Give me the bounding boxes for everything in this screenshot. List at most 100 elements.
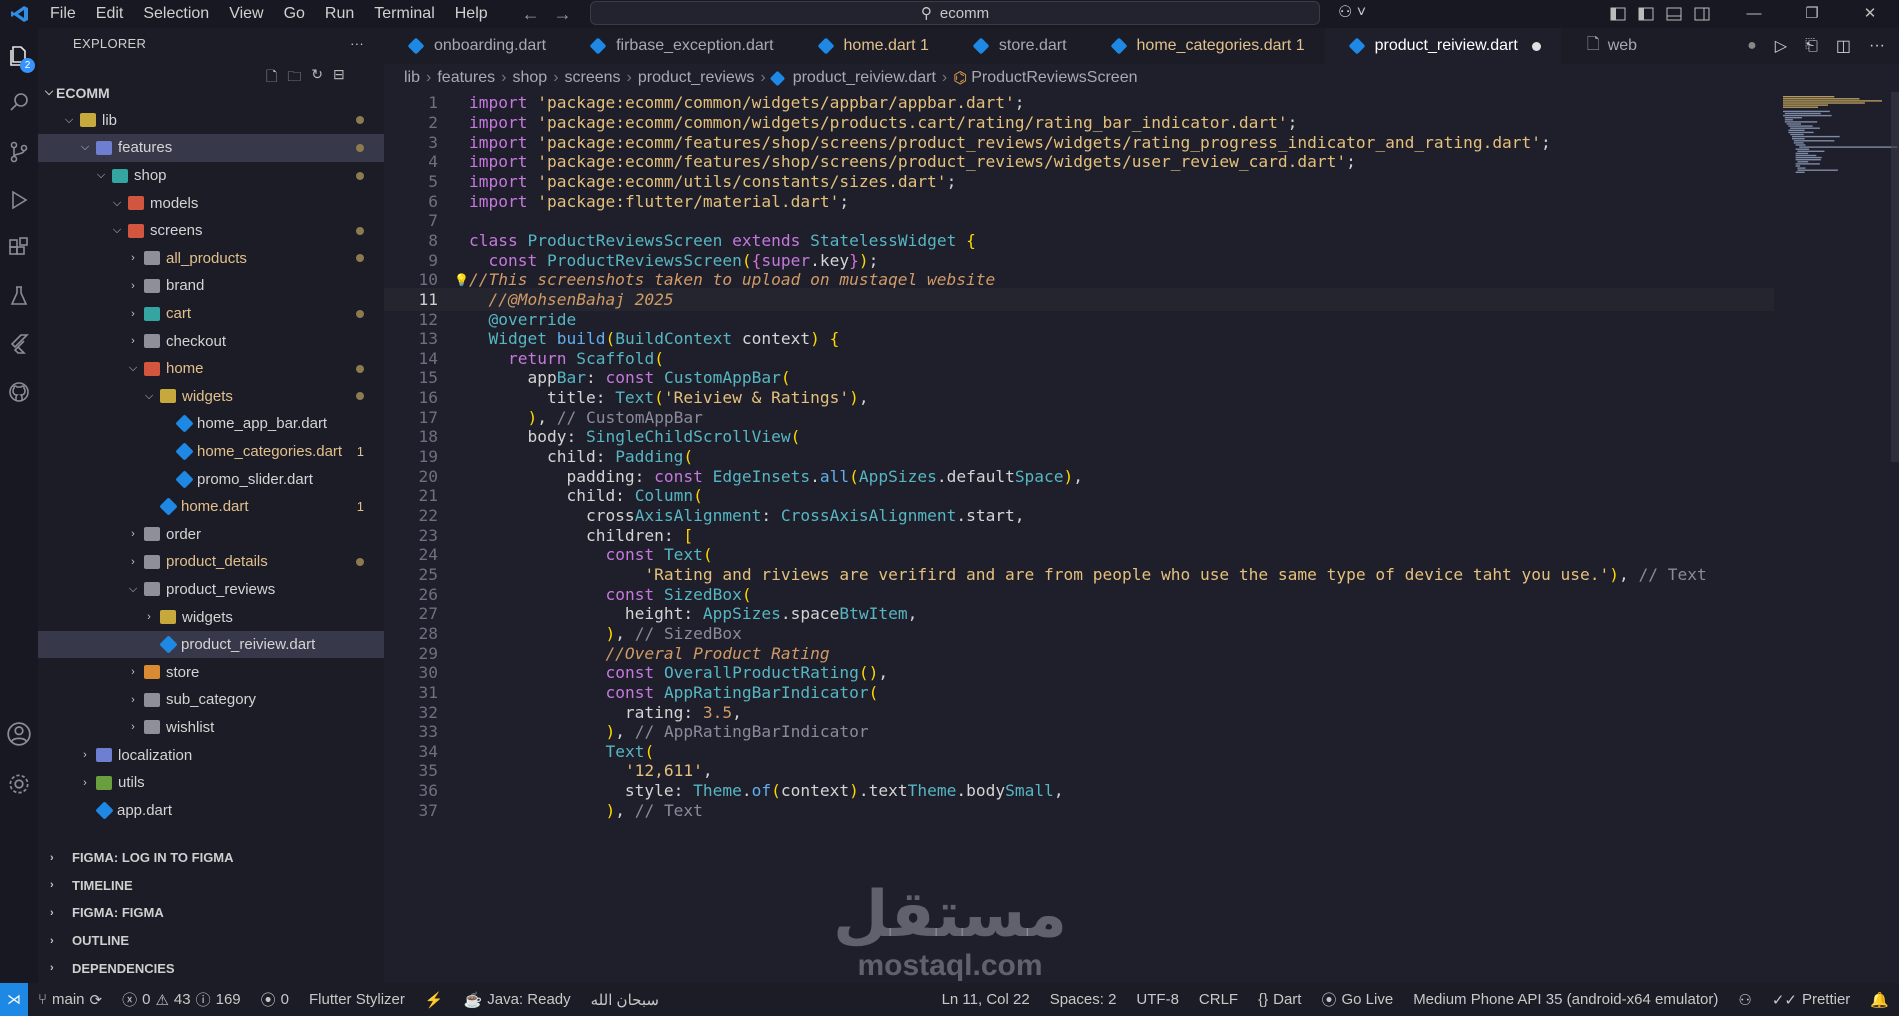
- folder-item[interactable]: › checkout: [38, 327, 384, 355]
- folder-item[interactable]: ⌵ home: [38, 355, 384, 383]
- folder-item[interactable]: ⌵ widgets: [38, 383, 384, 411]
- split-editor-icon[interactable]: ◫: [1836, 36, 1851, 56]
- indentation[interactable]: Spaces: 2: [1040, 989, 1127, 1010]
- code-line[interactable]: 37 ), // Text: [384, 798, 1774, 822]
- more-icon[interactable]: ···: [1869, 37, 1885, 55]
- accounts-icon[interactable]: [0, 714, 38, 754]
- folder-item[interactable]: › wishlist: [38, 714, 384, 742]
- toggle-secondary-sidebar-icon[interactable]: [1694, 6, 1710, 22]
- folder-item[interactable]: ⌵ screens: [38, 217, 384, 245]
- toggle-panel-icon[interactable]: [1666, 6, 1682, 22]
- folder-item[interactable]: › sub_category: [38, 686, 384, 714]
- file-item[interactable]: app.dart: [38, 796, 384, 824]
- breadcrumb-item[interactable]: screens: [565, 69, 621, 87]
- folder-item[interactable]: › utils: [38, 769, 384, 797]
- go-live[interactable]: ⦿ Go Live: [1311, 989, 1403, 1010]
- more-actions-icon[interactable]: ···: [350, 36, 364, 51]
- lightbulb-icon[interactable]: 💡: [454, 273, 469, 287]
- folder-item[interactable]: › store: [38, 658, 384, 686]
- folder-item[interactable]: ⌵ ECOMM: [38, 79, 384, 107]
- file-item[interactable]: product_reiview.dart: [38, 630, 384, 659]
- tab-home_categories[interactable]: home_categories.dart 1: [1087, 28, 1325, 64]
- folder-item[interactable]: › brand: [38, 272, 384, 300]
- source-control-icon[interactable]: [0, 132, 38, 172]
- branch-item[interactable]: ⑂ main ⟳: [28, 991, 112, 1009]
- menu-go[interactable]: Go: [274, 0, 315, 28]
- menu-selection[interactable]: Selection: [133, 0, 219, 28]
- prettier-item[interactable]: ✓✓ Prettier: [1762, 989, 1861, 1010]
- device-icon[interactable]: ⎗: [1805, 37, 1818, 55]
- minimap[interactable]: [1779, 92, 1899, 242]
- file-item[interactable]: home.dart 1: [38, 493, 384, 521]
- folder-item[interactable]: ⌵ lib: [38, 107, 384, 135]
- forward-arrow-icon[interactable]: →: [554, 4, 572, 25]
- restore-icon[interactable]: ❐: [1783, 0, 1841, 28]
- flutter-icon[interactable]: [0, 324, 38, 364]
- cursor-position[interactable]: Ln 11, Col 22: [932, 989, 1040, 1010]
- tab-firbase_exception[interactable]: firbase_exception.dart: [566, 28, 793, 64]
- flutter-stylizer-item[interactable]: Flutter Stylizer: [299, 991, 415, 1008]
- breadcrumb-item[interactable]: ProductReviewsScreen: [971, 69, 1137, 87]
- java-status-item[interactable]: ☕ Java: Ready: [454, 991, 581, 1009]
- menu-terminal[interactable]: Terminal: [364, 0, 444, 28]
- lightning-icon[interactable]: ⚡: [415, 991, 454, 1009]
- breadcrumb-item[interactable]: lib: [404, 69, 420, 87]
- folder-item[interactable]: › order: [38, 521, 384, 549]
- customize-layout-icon[interactable]: [1610, 6, 1626, 22]
- sidebar-section[interactable]: › DEPENDENCIES: [38, 954, 384, 982]
- search-icon[interactable]: [0, 82, 38, 122]
- sidebar-section[interactable]: › FIGMA: FIGMA: [38, 899, 384, 927]
- copilot-icon[interactable]: ⚇ ˅: [1338, 2, 1366, 22]
- folder-item[interactable]: › product_details: [38, 548, 384, 576]
- tab-home[interactable]: home.dart 1: [794, 28, 949, 64]
- menu-run[interactable]: Run: [315, 0, 364, 28]
- menu-edit[interactable]: Edit: [86, 0, 134, 28]
- extensions-icon[interactable]: [0, 228, 38, 268]
- sidebar-section[interactable]: › OUTLINE: [38, 927, 384, 955]
- tab-onboarding[interactable]: onboarding.dart: [384, 28, 566, 64]
- notifications-icon[interactable]: 🔔: [1860, 989, 1899, 1010]
- breadcrumb-item[interactable]: product_reiview.dart: [793, 69, 936, 87]
- testing-icon[interactable]: [0, 276, 38, 316]
- ports-item[interactable]: ⦿ 0: [251, 989, 299, 1010]
- back-arrow-icon[interactable]: ←: [522, 4, 540, 25]
- run-icon[interactable]: ▷: [1775, 36, 1787, 56]
- copilot-status-icon[interactable]: ⚇: [1728, 989, 1761, 1010]
- menu-help[interactable]: Help: [445, 0, 498, 28]
- language-mode[interactable]: {} Dart: [1248, 989, 1311, 1010]
- folder-item[interactable]: › localization: [38, 741, 384, 769]
- command-center-search[interactable]: ⚲ ecomm: [590, 1, 1320, 25]
- breadcrumb-item[interactable]: product_reviews: [638, 69, 755, 87]
- sidebar-section[interactable]: › FIGMA: LOG IN TO FIGMA: [38, 844, 384, 872]
- tab-web[interactable]: 🗋 web: [1561, 28, 1657, 64]
- folder-item[interactable]: › all_products: [38, 245, 384, 273]
- file-item[interactable]: promo_slider.dart: [38, 465, 384, 493]
- end-of-line[interactable]: CRLF: [1189, 989, 1248, 1010]
- tab-store[interactable]: store.dart: [949, 28, 1087, 64]
- tab-product_reiview[interactable]: product_reiview.dart: [1324, 28, 1561, 64]
- toggle-sidebar-icon[interactable]: [1638, 6, 1654, 22]
- breadcrumb-item[interactable]: features: [437, 69, 495, 87]
- settings-gear-icon[interactable]: [0, 764, 38, 804]
- breadcrumb-item[interactable]: shop: [512, 69, 547, 87]
- sidebar-section[interactable]: › TIMELINE: [38, 872, 384, 900]
- encoding[interactable]: UTF-8: [1126, 989, 1189, 1010]
- file-item[interactable]: home_app_bar.dart: [38, 410, 384, 438]
- menu-file[interactable]: File: [40, 0, 86, 28]
- file-item[interactable]: home_categories.dart 1: [38, 438, 384, 466]
- menu-view[interactable]: View: [219, 0, 273, 28]
- problems-item[interactable]: ⓧ 0 ⚠ 43 ⓘ 169: [112, 989, 251, 1010]
- run-debug-icon[interactable]: [0, 180, 38, 220]
- remote-icon[interactable]: ⋊: [0, 983, 28, 1016]
- code-editor[interactable]: 1 import 'package:ecomm/common/widgets/ap…: [384, 92, 1899, 983]
- close-icon[interactable]: ✕: [1841, 0, 1899, 28]
- folder-item[interactable]: ⌵ shop: [38, 162, 384, 190]
- folder-item[interactable]: ⌵ models: [38, 189, 384, 217]
- folder-item[interactable]: ⌵ features: [38, 134, 384, 162]
- github-icon[interactable]: [0, 372, 38, 412]
- folder-item[interactable]: › widgets: [38, 603, 384, 631]
- minimize-icon[interactable]: —: [1725, 0, 1783, 28]
- device-selector[interactable]: Medium Phone API 35 (android-x64 emulato…: [1403, 989, 1728, 1010]
- vertical-scrollbar[interactable]: [1891, 92, 1899, 462]
- folder-item[interactable]: ⌵ product_reviews: [38, 576, 384, 604]
